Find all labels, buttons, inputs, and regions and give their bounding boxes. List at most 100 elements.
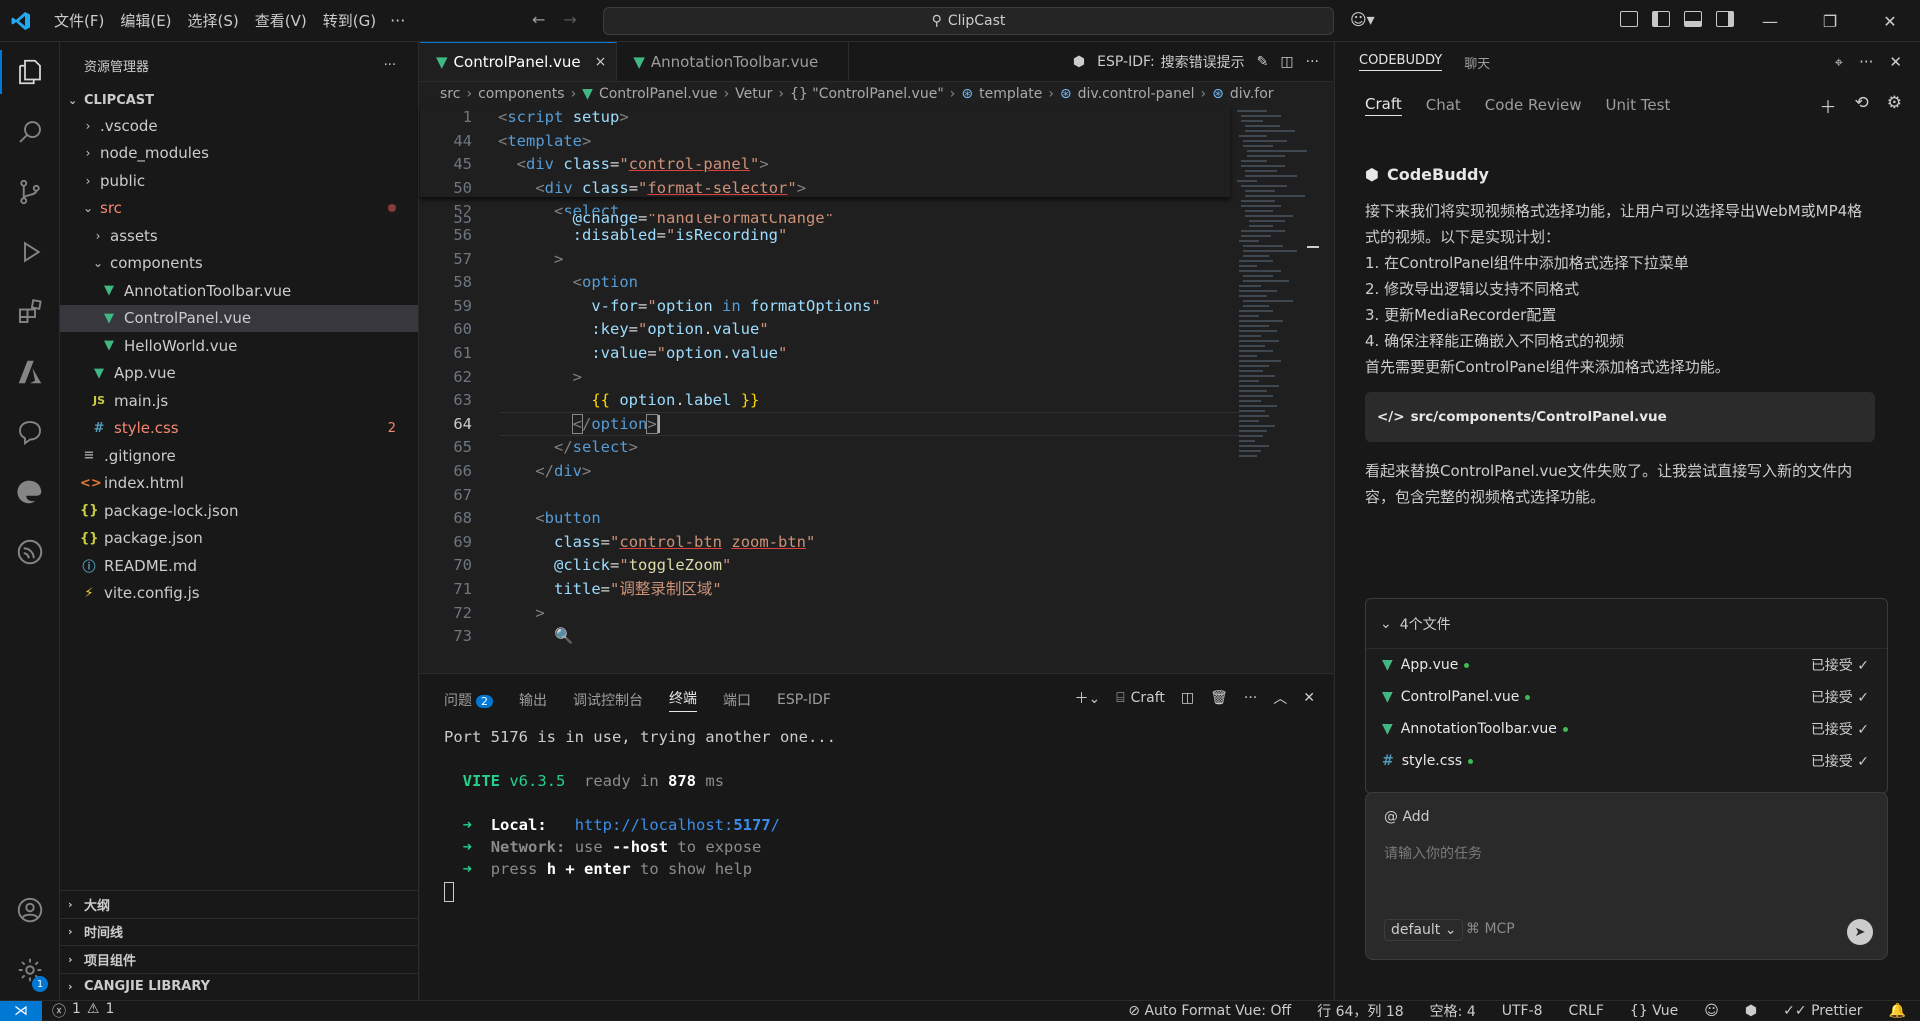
notifications-icon[interactable]: 🔔 [1889,1003,1906,1019]
mcp-button[interactable]: ⌘ MCP [1466,921,1515,937]
copilot-icon[interactable]: ☺▾ [1350,10,1375,29]
espidf-icon[interactable]: ⬢ [1073,54,1085,70]
tab-terminal[interactable]: 终端 [669,688,697,712]
terminal-output[interactable]: Port 5176 is in use, trying another one.… [420,726,1333,902]
toggle-primary-sidebar-icon[interactable] [1652,11,1670,27]
line-ending[interactable]: CRLF [1569,1003,1604,1019]
sidebar-more-icon[interactable]: ··· [1859,53,1873,71]
tree-item-helloworld[interactable]: ▼ HelloWorld.vue [60,332,418,360]
breadcrumb-item[interactable]: {} "ControlPanel.vue" [790,86,944,102]
problems-indicator[interactable]: ⓧ 1 ⚠ 1 [52,1001,114,1021]
tab-unit-test[interactable]: Unit Test [1605,96,1670,114]
breadcrumb-item[interactable]: ControlPanel.vue [599,86,718,102]
tree-item-public[interactable]: › public [60,167,418,195]
tree-item-package-lock[interactable]: {} package-lock.json [60,497,418,525]
history-icon[interactable]: ⟲ [1855,93,1869,118]
file-row[interactable]: ▼ AnnotationToolbar.vue 已接受 ✓ [1366,713,1887,745]
close-icon[interactable]: ✕ [1860,0,1920,42]
tree-item-components[interactable]: ⌄ components [60,250,418,278]
tree-item-controlpanel[interactable]: ▼ ControlPanel.vue [60,304,418,332]
split-terminal-icon[interactable]: ◫ [1181,690,1194,706]
edge-icon[interactable] [0,462,60,522]
command-center-search[interactable]: ⚲ ClipCast [603,7,1334,35]
tab-problems[interactable]: 问题 2 [444,690,493,710]
tab-ports[interactable]: 端口 [723,690,751,710]
prettier-status[interactable]: ✓✓ Prettier [1783,1003,1862,1019]
tree-item-node-modules[interactable]: › node_modules [60,140,418,168]
tab-debug-console[interactable]: 调试控制台 [573,690,643,710]
settings-icon[interactable]: ⚙ [1887,93,1902,118]
menu-go[interactable]: 转到(G) [315,0,384,42]
restore-icon[interactable]: ❐ [1800,0,1860,42]
task-input[interactable]: 请输入你的任务 [1384,843,1482,863]
tab-espidf[interactable]: ESP-IDF [777,692,831,708]
explorer-more-icon[interactable]: ··· [384,58,396,73]
tab-chat-cn[interactable]: 聊天 [1464,53,1490,72]
tree-item-readme[interactable]: ⓘ README.md [60,552,418,580]
tree-item-app-vue[interactable]: ▼ App.vue [60,360,418,388]
espidf-label[interactable]: ESP-IDF: [1097,54,1155,70]
breadcrumb-item[interactable]: template [979,86,1042,102]
section-outline[interactable]: › 大纲 [60,890,419,918]
menu-more-icon[interactable]: ··· [390,11,405,30]
nav-forward-icon[interactable]: → [563,10,576,29]
tab-output[interactable]: 输出 [519,690,547,710]
minimize-icon[interactable]: — [1740,0,1800,42]
file-row[interactable]: ▼ ControlPanel.vue 已接受 ✓ [1366,681,1887,713]
edit-pencil-icon[interactable]: ✎ [1257,54,1269,70]
section-project-components[interactable]: › 项目组件 [60,945,419,973]
section-cangjie-library[interactable]: › CANGJIE LIBRARY [60,972,419,1001]
tree-item-style-css[interactable]: # style.css 2 [60,415,418,443]
toggle-secondary-sidebar-icon[interactable] [1716,11,1734,27]
breadcrumb-item[interactable]: components [478,86,565,102]
extensions-icon[interactable] [0,282,60,342]
breadcrumb-item[interactable]: div.for [1230,86,1274,102]
tree-item-package-json[interactable]: {} package.json [60,525,418,553]
tab-codebuddy[interactable]: CODEBUDDY [1359,53,1443,71]
add-context-button[interactable]: @ Add [1384,809,1430,825]
local-url-link[interactable]: http://localhost:5177/ [575,816,780,834]
tree-item-src[interactable]: ⌄ src [60,195,418,223]
toggle-panel-icon[interactable] [1684,11,1702,27]
tab-chat[interactable]: Chat [1426,96,1461,114]
menu-edit[interactable]: 编辑(E) [112,0,179,42]
maximize-panel-icon[interactable]: ︿ [1273,688,1287,708]
account-icon[interactable] [0,880,60,940]
explorer-icon[interactable] [0,42,60,102]
terminal-icon[interactable]: ⌸ [1116,690,1124,706]
menu-selection[interactable]: 选择(S) [180,0,247,42]
cursor-position[interactable]: 行 64，列 18 [1317,1001,1404,1021]
tab-annotationtoolbar[interactable]: ▼ AnnotationToolbar.vue [617,42,850,81]
kill-terminal-icon[interactable]: 🗑 [1210,690,1228,706]
panel-more-icon[interactable]: ··· [1244,690,1257,706]
tree-item-main-js[interactable]: JS main.js [60,387,418,415]
tree-item-index-html[interactable]: <> index.html [60,470,418,498]
menu-file[interactable]: 文件(F) [46,0,112,42]
auto-format-status[interactable]: ⊘ Auto Format Vue: Off [1128,1003,1291,1019]
workspace-root[interactable]: ⌄ CLIPCAST [60,88,418,112]
layout-customize-icon[interactable] [1620,11,1638,27]
close-panel-icon[interactable]: ✕ [1303,690,1315,706]
new-terminal-icon[interactable]: ＋⌄ [1074,688,1100,708]
editor-more-icon[interactable]: ··· [1306,54,1319,70]
send-icon[interactable]: ➤ [1847,919,1873,945]
espressif-icon[interactable] [0,522,60,582]
copilot-status-icon[interactable]: ☺ [1704,1003,1719,1019]
indentation[interactable]: 空格: 4 [1430,1001,1476,1021]
nav-back-icon[interactable]: ← [532,10,545,29]
breadcrumb-item[interactable]: src [440,86,460,102]
run-debug-icon[interactable] [0,222,60,282]
file-row[interactable]: # style.css 已接受 ✓ [1366,745,1887,777]
tree-item-vite-config[interactable]: ⚡ vite.config.js [60,580,418,608]
menu-view[interactable]: 查看(V) [247,0,315,42]
file-reference-card[interactable]: </> src/components/ControlPanel.vue [1365,392,1875,442]
mode-select[interactable]: default ⌄ [1384,919,1464,941]
search-error-hint[interactable]: 搜索错误提示 [1161,52,1245,72]
file-row[interactable]: ▼ App.vue 已接受 ✓ [1366,649,1887,681]
pin-icon[interactable]: ⌖ [1835,53,1843,71]
tree-item-assets[interactable]: › assets [60,222,418,250]
codebuddy-icon[interactable] [0,402,60,462]
tab-code-review[interactable]: Code Review [1485,96,1582,114]
search-icon[interactable] [0,102,60,162]
minimap[interactable] [1235,106,1325,672]
